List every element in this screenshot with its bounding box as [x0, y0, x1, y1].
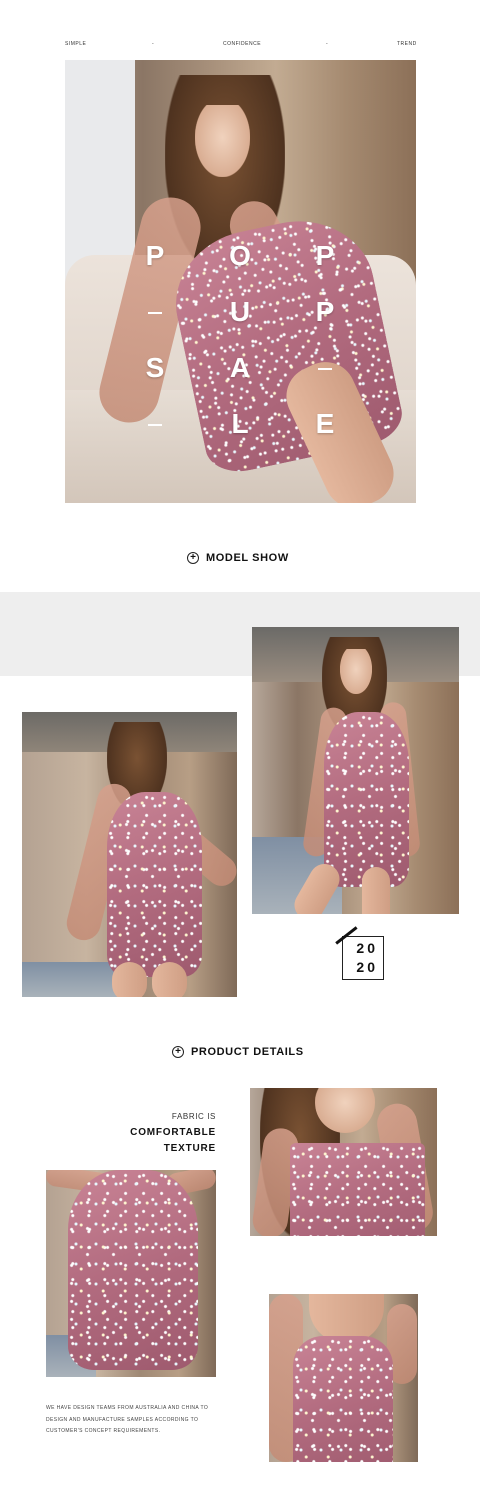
fabric-line-2: TEXTURE: [163, 1143, 216, 1154]
product-details-header: + PRODUCT DETAILS: [172, 1044, 304, 1060]
hero-letter: S: [145, 352, 165, 383]
hero-letter: P: [315, 240, 335, 271]
model-photo-back: [22, 712, 237, 997]
hero-dash: [318, 368, 332, 370]
year-badge: 20 20: [335, 926, 386, 980]
hero-letter: A: [229, 352, 251, 383]
section-title: MODEL SHOW: [206, 552, 289, 564]
hero-letter: E: [315, 408, 335, 439]
model-show-header: + MODEL SHOW: [187, 550, 289, 566]
hero-letter: L: [231, 408, 249, 439]
hero-photo: P O P U P S A L E: [65, 60, 416, 503]
year-line-2: 20: [356, 959, 378, 975]
plus-circle-icon: +: [187, 552, 199, 564]
hero-letter: P: [145, 240, 165, 271]
tagline-simple: SIMPLE: [65, 41, 87, 47]
description-text: WE HAVE DESIGN TEAMS FROM AUSTRALIA AND …: [46, 1405, 209, 1434]
hero-dash: [148, 312, 162, 314]
tagline-confidence: CONFIDENCE: [223, 41, 262, 47]
detail-photo-back: [269, 1294, 418, 1462]
section-title: PRODUCT DETAILS: [191, 1046, 304, 1058]
hero-letter: O: [229, 240, 251, 271]
detail-photo-skirt: [46, 1170, 216, 1377]
year-line-1: 20: [356, 940, 378, 956]
model-photo-front: [252, 627, 459, 914]
tagline-trend: TREND: [397, 41, 417, 47]
fabric-label: FABRIC IS: [171, 1112, 216, 1121]
hero-letter: P: [315, 296, 335, 327]
tagline-sep: -: [326, 41, 329, 47]
hero-dash: [148, 424, 162, 426]
tagline: SIMPLE - CONFIDENCE - TREND: [65, 41, 416, 53]
detail-photo-bust: [250, 1088, 437, 1236]
fabric-line-1: COMFORTABLE: [130, 1127, 216, 1138]
tagline-sep: -: [152, 41, 155, 47]
hero-letter: U: [229, 296, 251, 327]
plus-circle-icon: +: [172, 1046, 184, 1058]
